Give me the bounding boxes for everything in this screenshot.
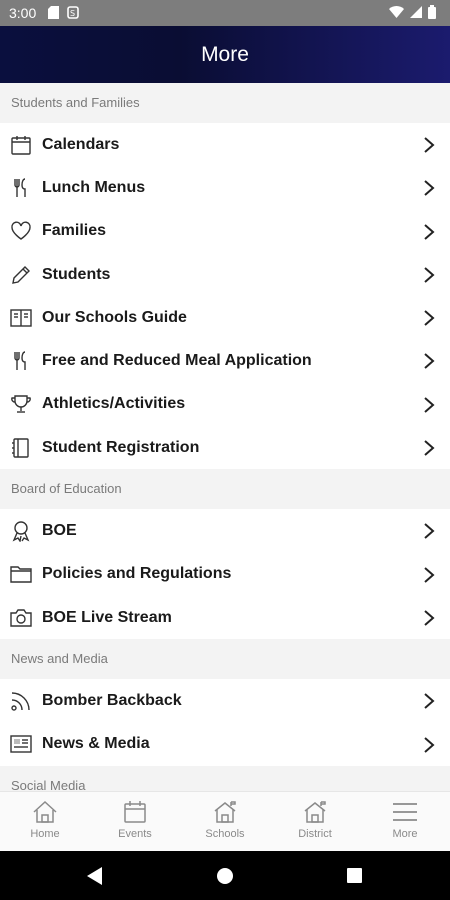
nav-events[interactable]: Events [90, 792, 180, 852]
book-icon [10, 307, 32, 329]
menu-item-label: Bomber Backback [42, 691, 182, 709]
menu-item-label: Free and Reduced Meal Application [42, 352, 312, 370]
chevron-right-icon [422, 692, 436, 710]
more-list: Students and Families Calendars Lunch Me… [0, 83, 450, 791]
chevron-right-icon [422, 566, 436, 584]
page-title: More [201, 43, 249, 66]
menu-item-label: Students [42, 265, 111, 283]
folder-icon [10, 563, 32, 585]
menu-item-free-reduced-meal[interactable]: Free and Reduced Meal Application [0, 339, 450, 382]
menu-item-label: Policies and Regulations [42, 565, 232, 583]
nav-district-label: District [298, 828, 332, 840]
calendar-icon [10, 134, 32, 156]
menu-item-label: Calendars [42, 135, 120, 153]
menu-item-label: BOE [42, 522, 77, 540]
menu-item-label: Lunch Menus [42, 178, 146, 196]
nav-home-label: Home [30, 828, 60, 840]
section-header: Social Media [0, 765, 450, 791]
back-icon[interactable] [87, 867, 103, 885]
heart-icon [10, 220, 32, 242]
system-navigation-bar [0, 851, 450, 900]
menu-item-label: Families [42, 222, 107, 240]
notebook-icon [10, 437, 32, 459]
chevron-right-icon [422, 223, 436, 241]
menu-item-boe[interactable]: BOE [0, 509, 450, 552]
svg-text:S: S [70, 9, 75, 18]
chevron-right-icon [422, 309, 436, 327]
nav-schools[interactable]: Schools [180, 792, 270, 852]
sd-card-icon [48, 6, 59, 19]
chevron-right-icon [422, 136, 436, 154]
chevron-right-icon [422, 352, 436, 370]
signal-icon [410, 6, 422, 18]
menu-item-label: Our Schools Guide [42, 308, 187, 326]
app-bar: More [0, 26, 450, 83]
menu-item-label: News & Media [42, 735, 150, 753]
chevron-right-icon [422, 396, 436, 414]
status-bar: 3:00 S [0, 0, 450, 26]
menu-icon [392, 800, 418, 824]
chevron-right-icon [422, 609, 436, 627]
menu-item-label: Athletics/Activities [42, 395, 186, 413]
menu-item-news-media[interactable]: News & Media [0, 723, 450, 766]
pencil-icon [10, 264, 32, 286]
menu-item-label: Student Registration [42, 438, 200, 456]
school-icon [212, 800, 238, 824]
nav-home[interactable]: Home [0, 792, 90, 852]
rss-icon [10, 690, 32, 712]
bottom-navigation: Home Events Schools District More [0, 791, 450, 852]
battery-icon [428, 5, 436, 19]
chevron-right-icon [422, 266, 436, 284]
menu-item-athletics-activities[interactable]: Athletics/Activities [0, 383, 450, 426]
section-header: News and Media [0, 639, 450, 680]
menu-item-families[interactable]: Families [0, 210, 450, 253]
menu-item-lunch-menus[interactable]: Lunch Menus [0, 166, 450, 209]
status-time: 3:00 [9, 5, 37, 21]
wifi-icon [389, 6, 404, 18]
utensils-icon [10, 177, 32, 199]
home-button-icon[interactable] [217, 868, 233, 884]
menu-item-student-registration[interactable]: Student Registration [0, 426, 450, 469]
nav-more[interactable]: More [360, 792, 450, 852]
award-icon [10, 520, 32, 543]
nav-schools-label: Schools [205, 828, 245, 840]
section-header: Students and Families [0, 83, 450, 123]
nav-more-label: More [392, 828, 418, 840]
utensils-icon [10, 350, 32, 372]
sync-icon: S [67, 6, 79, 19]
nav-events-label: Events [118, 828, 152, 840]
recents-icon[interactable] [347, 868, 362, 883]
menu-item-bomber-backback[interactable]: Bomber Backback [0, 679, 450, 722]
home-icon [32, 800, 58, 824]
district-icon [302, 800, 328, 824]
menu-item-our-schools-guide[interactable]: Our Schools Guide [0, 296, 450, 339]
chevron-right-icon [422, 736, 436, 754]
menu-item-policies-regulations[interactable]: Policies and Regulations [0, 553, 450, 596]
chevron-right-icon [422, 179, 436, 197]
trophy-icon [10, 393, 32, 415]
menu-item-boe-live-stream[interactable]: BOE Live Stream [0, 596, 450, 639]
events-icon [122, 800, 148, 824]
menu-item-label: BOE Live Stream [42, 608, 172, 626]
chevron-right-icon [422, 439, 436, 457]
newspaper-icon [10, 733, 32, 755]
nav-district[interactable]: District [270, 792, 360, 852]
chevron-right-icon [422, 522, 436, 540]
camera-icon [10, 607, 32, 629]
menu-item-students[interactable]: Students [0, 253, 450, 296]
menu-item-calendars[interactable]: Calendars [0, 123, 450, 166]
section-header: Board of Education [0, 469, 450, 510]
